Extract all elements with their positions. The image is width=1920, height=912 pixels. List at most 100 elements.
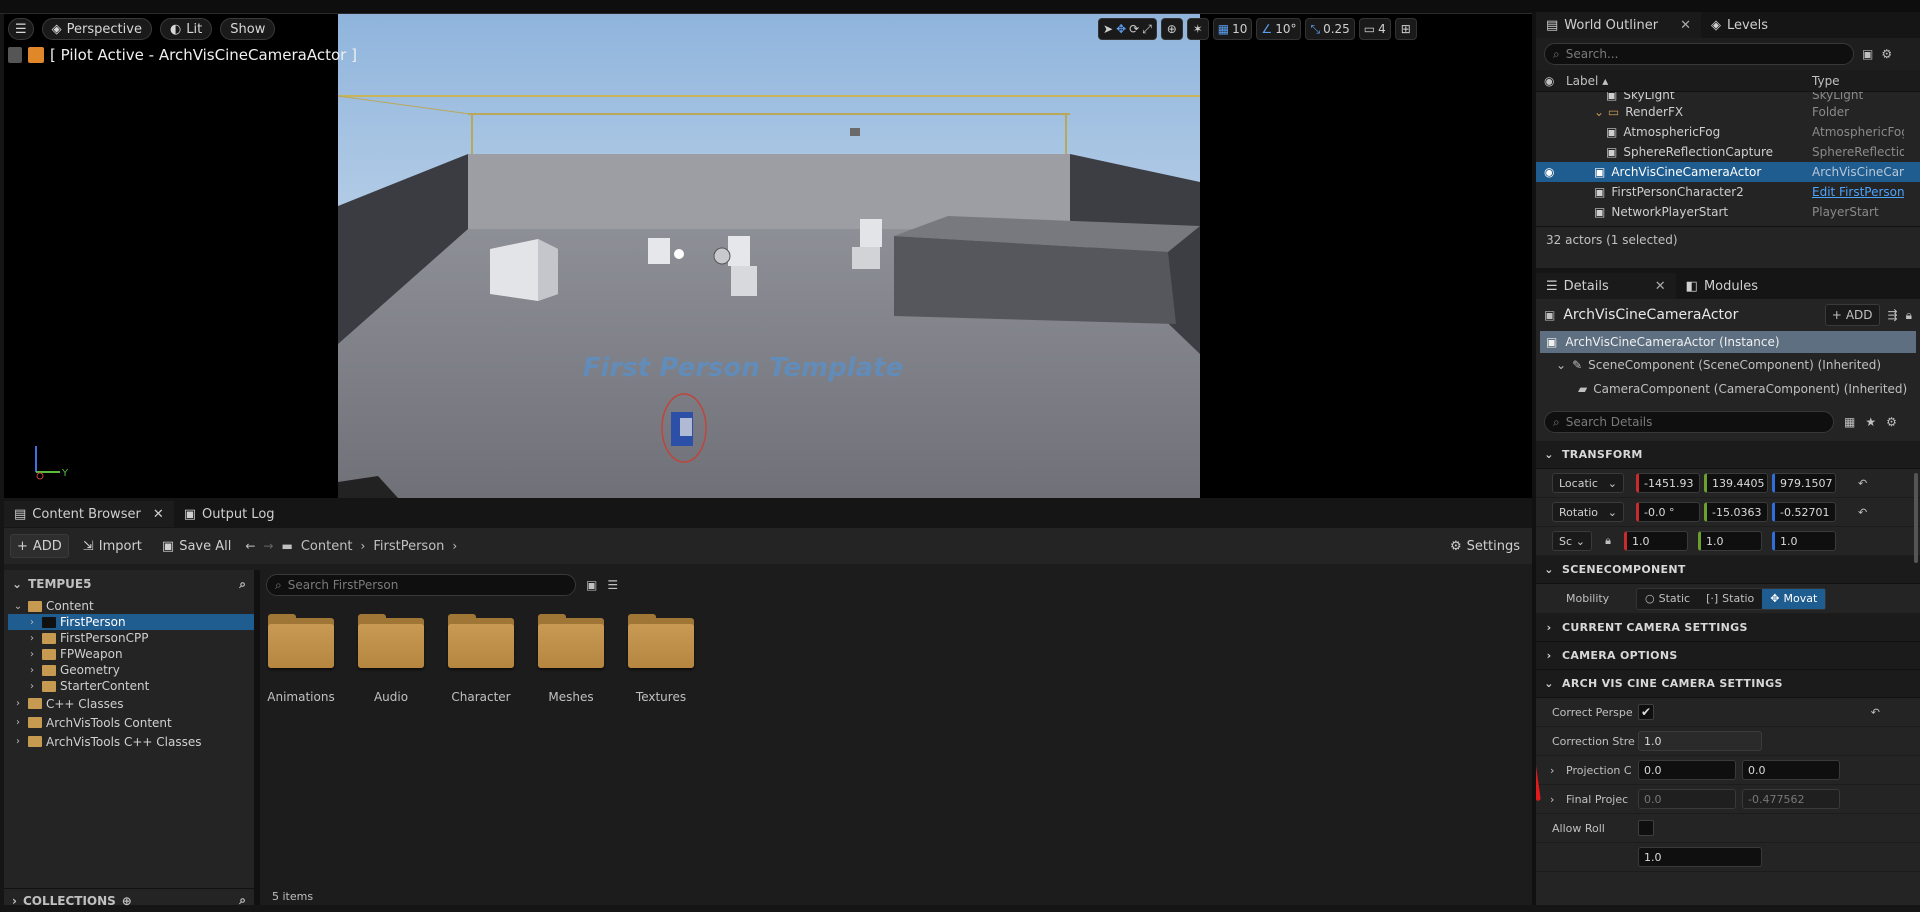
save-all-button[interactable]: ▣ Save All xyxy=(156,534,237,558)
rotate-icon[interactable]: ⟳ xyxy=(1129,22,1139,36)
allow-roll-checkbox[interactable] xyxy=(1638,820,1654,836)
instance-row[interactable]: ▣ ArchVisCineCameraActor (Instance) xyxy=(1540,331,1916,353)
rotation-z-field[interactable]: -0.52701 xyxy=(1772,502,1836,522)
filter-icon[interactable]: ☰ xyxy=(607,578,618,592)
tree-item[interactable]: › StarterContent xyxy=(8,678,254,694)
projection-x-field[interactable]: 0.0 xyxy=(1638,760,1736,780)
settings-gear-icon[interactable]: ⚙ xyxy=(1886,415,1897,429)
outliner-row[interactable]: ▣FirstPersonCharacter2 Edit FirstPersonCh… xyxy=(1536,182,1920,202)
scenecomponent-section-header[interactable]: ⌄ SCENECOMPONENT xyxy=(1536,556,1920,584)
rotation-x-field[interactable]: -0.0 ° xyxy=(1636,502,1700,522)
label-column-header[interactable]: Label ▴ xyxy=(1566,74,1608,88)
chevron-right-icon[interactable]: › xyxy=(26,665,38,676)
breadcrumb-content[interactable]: Content xyxy=(301,539,353,554)
scale-z-field[interactable]: 1.0 xyxy=(1772,531,1836,551)
chevron-right-icon[interactable]: › xyxy=(26,633,38,644)
tree-item[interactable]: › FPWeapon xyxy=(8,646,254,662)
perspective-button[interactable]: ◈ Perspective xyxy=(41,18,152,40)
outliner-row[interactable]: ▣ SkyLight SkyLight xyxy=(1536,92,1920,102)
tree-item[interactable]: › FirstPersonCPP xyxy=(8,630,254,646)
tab-output-log[interactable]: ▣ Output Log xyxy=(174,501,285,527)
lock-icon[interactable]: 🔒︎ xyxy=(1598,534,1618,548)
tab-modules[interactable]: ◧ Modules xyxy=(1676,273,1768,299)
actor-name[interactable]: ArchVisCineCameraActor xyxy=(1563,307,1738,323)
panel-splitter[interactable] xyxy=(1532,12,1536,905)
tree-root-item[interactable]: › ArchVisTools Content xyxy=(8,713,254,732)
tree-root-item[interactable]: › ArchVisTools C++ Classes xyxy=(8,732,254,751)
select-icon[interactable]: ➤ xyxy=(1103,22,1113,36)
folder-tile[interactable]: Audio xyxy=(358,614,424,704)
world-local-icon[interactable]: ⊕ xyxy=(1160,18,1183,40)
camera-speed-button[interactable]: ▭ 4 xyxy=(1358,18,1391,40)
forward-arrow-icon[interactable]: → xyxy=(263,539,273,553)
search-icon[interactable]: ⌕ xyxy=(239,577,246,592)
transform-section-header[interactable]: ⌄ TRANSFORM xyxy=(1536,441,1920,469)
settings-button[interactable]: ⚙ Settings xyxy=(1444,534,1526,558)
scene-render[interactable]: First Person Template xyxy=(338,14,1200,498)
details-search-input[interactable]: ⌕ Search Details xyxy=(1544,411,1834,433)
archvis-section-header[interactable]: ⌄ ARCH VIS CINE CAMERA SETTINGS xyxy=(1536,670,1920,698)
correction-strength-field[interactable]: 1.0 xyxy=(1638,731,1762,751)
add-folder-icon[interactable]: ▣ xyxy=(1862,47,1873,61)
close-icon[interactable]: ✕ xyxy=(153,507,164,522)
scale-dropdown[interactable]: Sc ⌄ xyxy=(1552,531,1592,551)
table-view-icon[interactable]: ▦ xyxy=(1844,415,1855,429)
tree-item[interactable]: › FirstPerson xyxy=(8,614,254,630)
back-arrow-icon[interactable]: ← xyxy=(245,539,255,553)
reset-icon[interactable]: ↶ xyxy=(1871,706,1880,719)
rotation-snap-button[interactable]: ∠ 10° xyxy=(1256,18,1302,40)
scale-icon[interactable]: ⤢ xyxy=(1142,22,1152,37)
folder-tile[interactable]: Animations xyxy=(267,614,335,704)
details-scrollbar[interactable] xyxy=(1914,473,1918,563)
save-search-icon[interactable]: ▣ xyxy=(586,578,597,592)
mobility-static[interactable]: ○ Static xyxy=(1637,589,1698,609)
collections-header[interactable]: › COLLECTIONS ⊕ ⌕ xyxy=(4,888,254,912)
visibility-icon[interactable]: ◉ xyxy=(1544,165,1554,179)
viewport-menu-button[interactable]: ☰ xyxy=(8,18,34,40)
chevron-down-icon[interactable]: ⌄ xyxy=(12,577,22,591)
component-camera[interactable]: ▰ CameraComponent (CameraComponent) (Inh… xyxy=(1536,377,1920,401)
chevron-right-icon[interactable]: › xyxy=(12,736,24,747)
chevron-right-icon[interactable]: › xyxy=(1536,764,1554,777)
correct-perspective-checkbox[interactable]: ✔ xyxy=(1638,704,1654,720)
import-button[interactable]: ⇲ Import xyxy=(77,534,148,558)
reset-icon[interactable]: ↶ xyxy=(1858,506,1867,519)
chevron-right-icon[interactable]: › xyxy=(12,698,24,709)
scale-x-field[interactable]: 1.0 xyxy=(1624,531,1688,551)
add-button[interactable]: + ADD xyxy=(10,534,69,558)
eject-icon[interactable] xyxy=(8,47,22,63)
tree-item[interactable]: ⌄ Content xyxy=(8,598,254,614)
location-x-field[interactable]: -1451.93 xyxy=(1636,473,1700,493)
breadcrumb-firstperson[interactable]: FirstPerson xyxy=(373,539,444,554)
current-camera-section-header[interactable]: › CURRENT CAMERA SETTINGS xyxy=(1536,614,1920,642)
chevron-right-icon[interactable]: › xyxy=(26,681,38,692)
surface-snap-icon[interactable]: ✶ xyxy=(1186,18,1209,40)
reset-icon[interactable]: ↶ xyxy=(1858,477,1867,490)
level-viewport[interactable]: First Person Template ☰ ◈ Perspective ◐ … xyxy=(4,14,1532,498)
projection-y-field[interactable]: 0.0 xyxy=(1742,760,1840,780)
show-button[interactable]: Show xyxy=(220,18,276,40)
add-component-button[interactable]: + ADD xyxy=(1824,304,1880,326)
lock-icon[interactable]: 🔒︎ xyxy=(1906,308,1912,323)
transform-tools[interactable]: ➤ ✥ ⟳ ⤢ xyxy=(1098,18,1157,40)
location-y-field[interactable]: 139.4405 xyxy=(1704,473,1768,493)
add-collection-icon[interactable]: ⊕ xyxy=(122,894,132,908)
asset-search-input[interactable]: ⌕ Search FirstPerson xyxy=(266,574,576,596)
component-scene[interactable]: ⌄ ✎ SceneComponent (SceneComponent) (Inh… xyxy=(1536,353,1920,377)
folder-tile[interactable]: Character xyxy=(448,614,514,704)
mobility-movable[interactable]: ✥ Movat xyxy=(1762,588,1826,609)
chevron-right-icon[interactable]: › xyxy=(26,649,38,660)
outliner-row[interactable]: ▣ AtmosphericFog AtmosphericFog xyxy=(1536,122,1920,142)
blueprint-icon[interactable]: ⇶ xyxy=(1888,308,1898,322)
tree-item[interactable]: › Geometry xyxy=(8,662,254,678)
tab-content-browser[interactable]: ▤ Content Browser ✕ xyxy=(4,501,174,527)
scale-snap-button[interactable]: ⤡ 0.25 xyxy=(1305,18,1355,40)
visibility-icon[interactable]: ◉ xyxy=(1544,74,1554,88)
layout-icon[interactable]: ⊞ xyxy=(1394,18,1417,40)
outliner-search-input[interactable]: ⌕ Search... xyxy=(1544,43,1854,65)
outliner-row[interactable]: ◉ ▣ArchVisCineCameraActor ArchVisCineCamer… xyxy=(1536,162,1920,182)
chevron-down-icon[interactable]: ⌄ xyxy=(12,601,24,612)
chevron-down-icon[interactable]: ⌄ xyxy=(1556,358,1566,372)
rotation-dropdown[interactable]: Rotatio ⌄ xyxy=(1552,502,1624,522)
location-z-field[interactable]: 979.1507 xyxy=(1772,473,1836,493)
